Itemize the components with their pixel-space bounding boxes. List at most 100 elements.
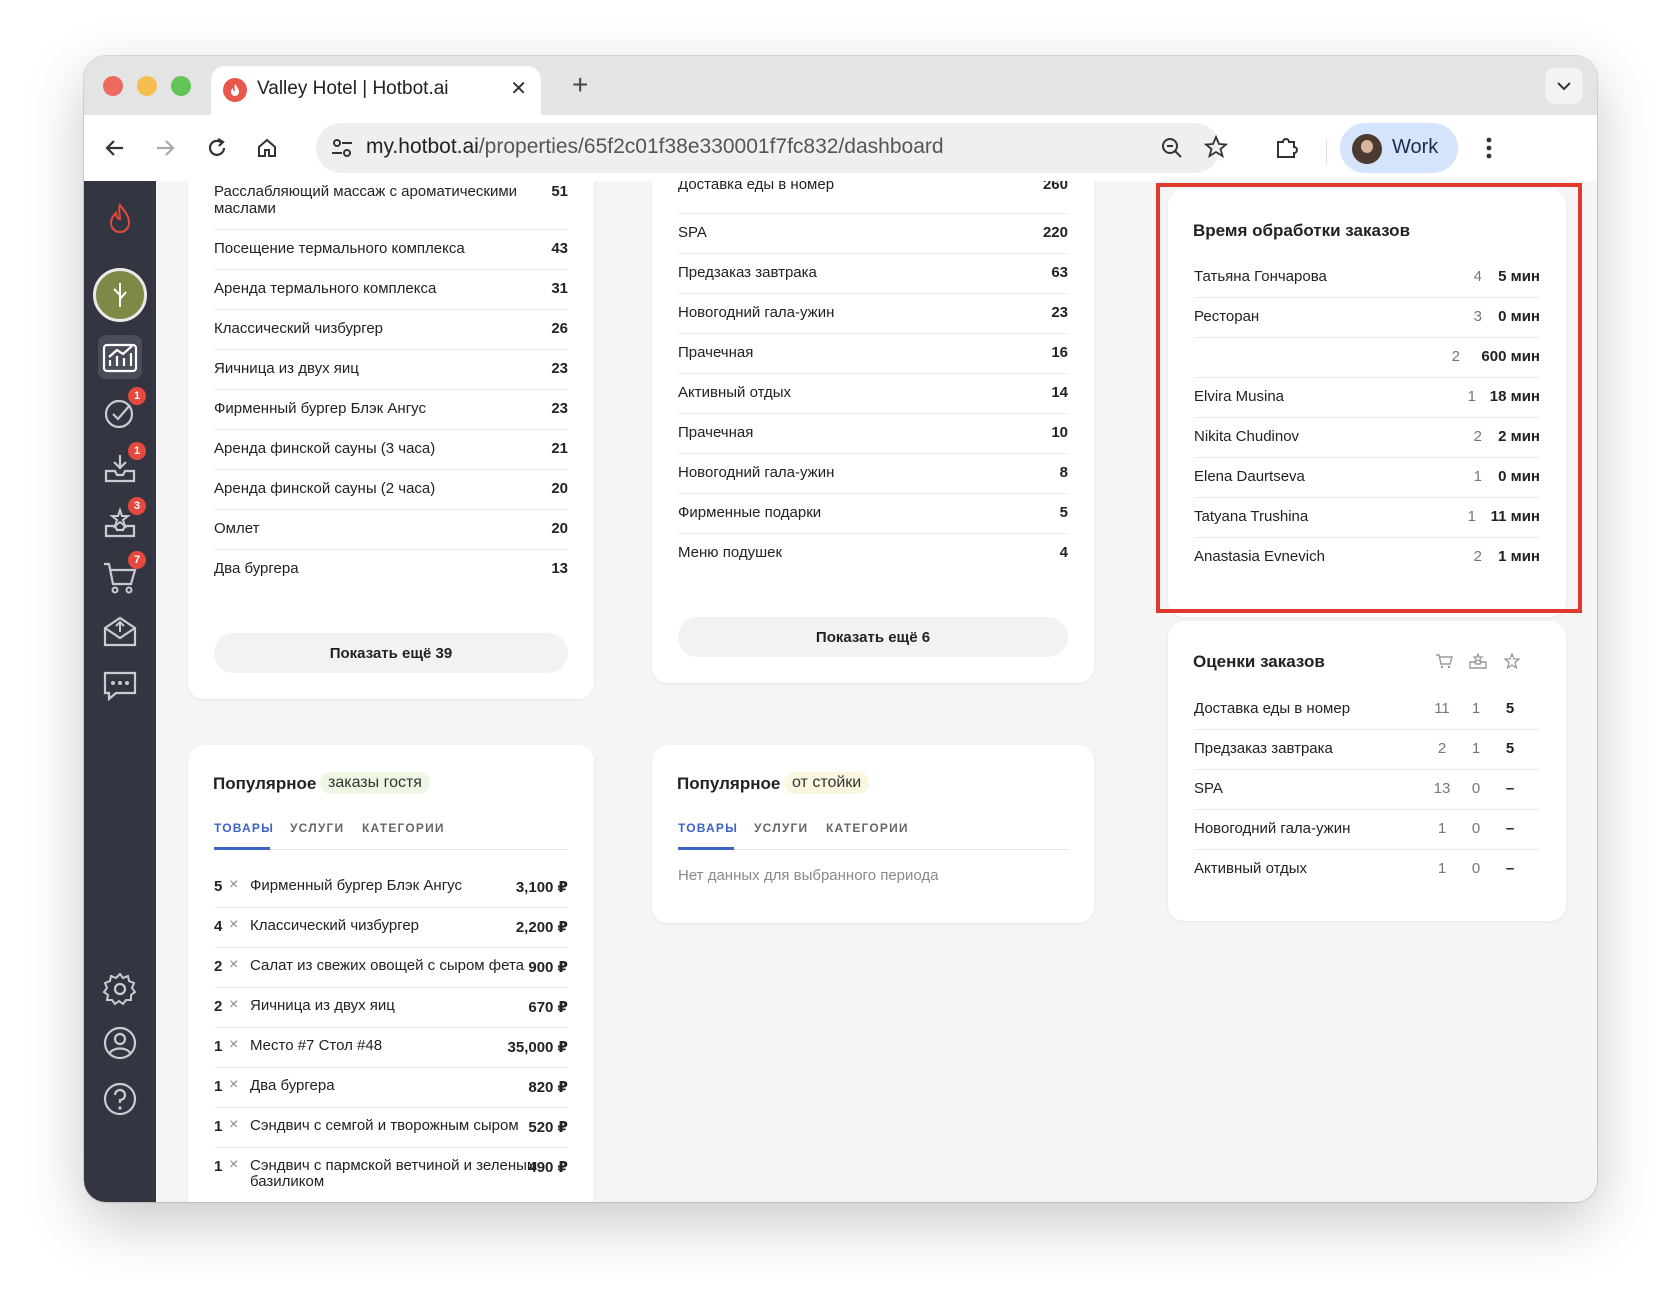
tab-search-button[interactable] (1545, 68, 1583, 104)
list-item-value: 8 (1059, 464, 1068, 481)
tab-close-icon[interactable]: ✕ (510, 76, 527, 101)
list-item-label: Яичница из двух яиц (214, 360, 359, 377)
list-item-value: 23 (551, 360, 568, 377)
maximize-window-button[interactable] (171, 76, 191, 96)
tab-services[interactable]: УСЛУГИ (754, 821, 808, 835)
tab-strip: Valley Hotel | Hotbot.ai ✕ + (84, 56, 1597, 115)
browser-window: Valley Hotel | Hotbot.ai ✕ + my.hotbot.a… (84, 56, 1597, 1202)
help-circle-icon (103, 1082, 137, 1116)
list-item-value: 13 (551, 560, 568, 577)
row-rating: – (1505, 780, 1515, 797)
profile-label: Work (1392, 136, 1439, 158)
browser-menu-icon[interactable] (1474, 131, 1504, 165)
profile-button[interactable]: Work (1340, 123, 1458, 173)
tab-categories[interactable]: КАТЕГОРИИ (362, 821, 445, 835)
cart-icon (1432, 649, 1456, 673)
sidebar-item-help[interactable] (98, 1077, 142, 1121)
list-item: SPA 220 (678, 213, 1068, 254)
list-item: Прачечная 10 (678, 413, 1068, 454)
item-name: Яичница из двух яиц (250, 997, 395, 1014)
hotbot-logo-icon[interactable] (98, 197, 142, 241)
times-icon: × (229, 956, 239, 973)
show-more-button[interactable]: Показать ещё 39 (214, 633, 568, 673)
list-item-label: Классический чизбургер (214, 320, 384, 337)
row-label: Активный отдых (1194, 860, 1307, 877)
list-item-label: Расслабляющий массаж с ароматическими ма… (214, 183, 518, 217)
item-name: Два бургера (250, 1077, 335, 1094)
minimize-window-button[interactable] (137, 76, 157, 96)
sidebar-item-tasks[interactable]: 1 (98, 387, 146, 435)
sidebar-item-inbox[interactable]: 1 (98, 442, 146, 490)
reload-icon[interactable] (202, 133, 232, 163)
row-orders-count: 1 (1437, 820, 1447, 837)
close-window-button[interactable] (103, 76, 123, 96)
bookmark-star-icon[interactable] (1203, 134, 1229, 164)
item-quantity: 2 (214, 958, 223, 975)
tab-products[interactable]: ТОВАРЫ (678, 821, 738, 835)
row-reviews-count: 1 (1471, 740, 1481, 757)
list-item-value: 23 (551, 400, 568, 417)
list-item: Фирменный бургер Блэк Ангус 23 (214, 389, 568, 430)
row-reviews-count: 0 (1471, 820, 1481, 837)
list-item-label: Прачечная (678, 424, 754, 441)
sidebar-item-analytics[interactable] (98, 335, 142, 379)
item-price: 900 ₽ (528, 959, 568, 976)
row-orders-count: 2 (1437, 740, 1447, 757)
list-item: Меню подушек 4 (678, 533, 1068, 573)
list-item-label: Новогодний гала-ужин (678, 464, 835, 481)
gear-icon (102, 972, 137, 1006)
address-bar[interactable]: my.hotbot.ai/properties/65f2c01f38e33000… (316, 123, 1229, 173)
list-item: Предзаказ завтрака 63 (678, 253, 1068, 294)
empty-state-text: Нет данных для выбранного периода (678, 867, 939, 884)
list-item: 5 × Фирменный бургер Блэк Ангус 3,100 ₽ (214, 867, 568, 908)
tab-services[interactable]: УСЛУГИ (290, 821, 344, 835)
sidebar-item-campaigns[interactable] (98, 609, 142, 653)
show-more-button[interactable]: Показать ещё 6 (678, 617, 1068, 657)
home-icon[interactable] (252, 133, 282, 163)
times-icon: × (229, 1076, 239, 1093)
list-item-value: 63 (1051, 264, 1068, 281)
forward-arrow-icon[interactable] (150, 133, 180, 163)
list-item-value: 5 (1059, 504, 1068, 521)
property-avatar[interactable] (93, 268, 147, 322)
list-item-label: Два бургера (214, 560, 299, 577)
list-item: 1 × Сэндвич с семгой и творожным сыром 520 … (214, 1107, 568, 1148)
mail-upload-icon (103, 616, 137, 647)
url-path: /properties/65f2c01f38e330001f7fc832/das… (478, 135, 944, 158)
times-icon: × (229, 1036, 239, 1053)
leaf-icon (113, 283, 127, 307)
tab-products[interactable]: ТОВАРЫ (214, 821, 274, 835)
sidebar-item-settings[interactable] (98, 967, 142, 1011)
table-row: Доставка еды в номер 11 1 5 (1194, 689, 1540, 730)
browser-tab[interactable]: Valley Hotel | Hotbot.ai ✕ (211, 66, 541, 115)
row-orders-count: 13 (1433, 780, 1451, 797)
sidebar-item-profile[interactable] (98, 1021, 142, 1065)
table-row: Предзаказ завтрака 2 1 5 (1194, 729, 1540, 770)
list-item: Посещение термального комплекса 43 (214, 229, 568, 270)
orders-badge: 7 (128, 551, 146, 569)
list-item-label: SPA (678, 224, 707, 241)
tab-categories[interactable]: КАТЕГОРИИ (826, 821, 909, 835)
list-item-value: 21 (551, 440, 568, 457)
list-item: Аренда финской сауны (3 часа) 21 (214, 429, 568, 470)
sidebar-item-chat[interactable] (98, 664, 142, 708)
back-arrow-icon[interactable] (100, 133, 130, 163)
new-tab-icon[interactable]: + (572, 69, 588, 101)
list-item-label: Аренда термального комплекса (214, 280, 437, 297)
times-icon: × (229, 876, 239, 893)
list-item-label: Посещение термального комплекса (214, 240, 465, 257)
list-item: Аренда финской сауны (2 часа) 20 (214, 469, 568, 510)
row-rating: 5 (1505, 700, 1515, 717)
sidebar-item-orders[interactable]: 7 (98, 551, 146, 599)
star-tray-icon (1466, 649, 1490, 673)
list-item: Аренда термального комплекса 31 (214, 269, 568, 310)
tasks-badge: 1 (128, 387, 146, 405)
sidebar-item-reviews[interactable]: 3 (98, 497, 146, 545)
list-item: 4 × Классический чизбургер 2,200 ₽ (214, 907, 568, 948)
site-settings-icon[interactable] (328, 134, 356, 162)
item-quantity: 1 (214, 1118, 223, 1135)
extensions-puzzle-icon[interactable] (1274, 134, 1300, 165)
times-icon: × (229, 1116, 239, 1133)
zoom-icon[interactable] (1160, 136, 1184, 165)
list-item-value: 43 (551, 240, 568, 257)
